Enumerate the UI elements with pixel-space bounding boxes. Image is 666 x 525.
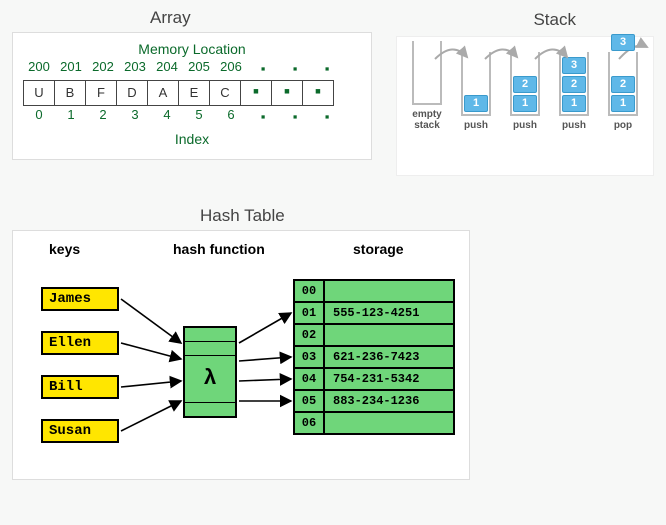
array-cell: C [209, 80, 241, 106]
index-row: 0 1 2 3 4 5 6 ▪ ▪ ▪ [19, 107, 365, 127]
stack-block: 1 [464, 95, 488, 112]
ellipsis-dot: ▪ [279, 59, 311, 79]
array-index: 4 [151, 107, 183, 127]
hash-function-box: λ [183, 326, 237, 418]
array-index: 2 [87, 107, 119, 127]
storage-index: 02 [293, 323, 325, 347]
stack-title: Stack [533, 10, 576, 30]
array-cell: A [147, 80, 179, 106]
array-index: 3 [119, 107, 151, 127]
array-index: 0 [23, 107, 55, 127]
stack-block: 1 [513, 95, 537, 112]
stack-block: 1 [611, 95, 635, 112]
lambda-symbol: λ [185, 356, 235, 402]
stack-label: pop [614, 120, 632, 131]
ellipsis-dot: ▪ [247, 107, 279, 127]
stack-block: 2 [562, 76, 586, 93]
storage-index: 05 [293, 389, 325, 413]
ellipsis-dot: ▪ [279, 107, 311, 127]
ellipsis-dot: ▪ [247, 59, 279, 79]
array-index: 1 [55, 107, 87, 127]
hash-key: Ellen [41, 331, 119, 355]
hash-diagram: keys hash function storage James Ellen B… [12, 230, 470, 480]
storage-value: 754-231-5342 [325, 367, 455, 391]
stack-label: empty stack [412, 109, 441, 131]
storage-value: 555-123-4251 [325, 301, 455, 325]
stack-popped-block: 3 [611, 34, 635, 51]
array-index: 5 [183, 107, 215, 127]
stack-block: 2 [513, 76, 537, 93]
storage-index: 06 [293, 411, 325, 435]
array-title: Array [150, 8, 191, 28]
stack-column-pop: 3 1 2 pop [601, 52, 645, 131]
stack-column-push3: 1 2 3 push [552, 52, 596, 131]
storage-index: 01 [293, 301, 325, 325]
stack-label: push [464, 120, 488, 131]
stack-label: push [562, 120, 586, 131]
storage-index: 04 [293, 367, 325, 391]
hash-header-func: hash function [173, 241, 265, 257]
stack-column-empty: empty stack [405, 41, 449, 131]
hash-key: James [41, 287, 119, 311]
mem-addr: 201 [55, 59, 87, 79]
memory-location-label: Memory Location [19, 41, 365, 57]
mem-addr: 206 [215, 59, 247, 79]
hash-key: Bill [41, 375, 119, 399]
array-cell: U [23, 80, 55, 106]
mem-addr: 203 [119, 59, 151, 79]
storage-value [325, 323, 455, 347]
array-cell: B [54, 80, 86, 106]
hash-header-keys: keys [49, 241, 80, 257]
stack-block: 3 [562, 57, 586, 74]
array-index: 6 [215, 107, 247, 127]
storage-index: 03 [293, 345, 325, 369]
mem-addr: 204 [151, 59, 183, 79]
ellipsis-dot: ▪ [311, 107, 343, 127]
storage-value [325, 279, 455, 303]
stack-diagram: empty stack 1 push 1 2 push 1 2 3 push 3… [396, 36, 654, 176]
ellipsis-cell: ▪ [271, 80, 303, 106]
storage-value [325, 411, 455, 435]
stack-column-push2: 1 2 push [503, 52, 547, 131]
memory-address-row: 200 201 202 203 204 205 206 ▪ ▪ ▪ [19, 59, 365, 79]
array-cell: D [116, 80, 148, 106]
mem-addr: 202 [87, 59, 119, 79]
array-diagram: Memory Location 200 201 202 203 204 205 … [12, 32, 372, 160]
ellipsis-cell: ▪ [302, 80, 334, 106]
array-cells-row: U B F D A E C ▪ ▪ ▪ [19, 80, 365, 106]
hash-header-storage: storage [353, 241, 404, 257]
storage-index: 00 [293, 279, 325, 303]
array-cell: E [178, 80, 210, 106]
hash-storage-table: 00 01555-123-4251 02 03621-236-7423 0475… [293, 279, 455, 435]
stack-label: push [513, 120, 537, 131]
stack-block: 2 [611, 76, 635, 93]
storage-value: 621-236-7423 [325, 345, 455, 369]
stack-block: 1 [562, 95, 586, 112]
array-cell: F [85, 80, 117, 106]
ellipsis-cell: ▪ [240, 80, 272, 106]
mem-addr: 200 [23, 59, 55, 79]
mem-addr: 205 [183, 59, 215, 79]
index-label: Index [19, 131, 365, 147]
hash-title: Hash Table [200, 206, 285, 226]
stack-column-push1: 1 push [454, 52, 498, 131]
ellipsis-dot: ▪ [311, 59, 343, 79]
hash-key: Susan [41, 419, 119, 443]
storage-value: 883-234-1236 [325, 389, 455, 413]
